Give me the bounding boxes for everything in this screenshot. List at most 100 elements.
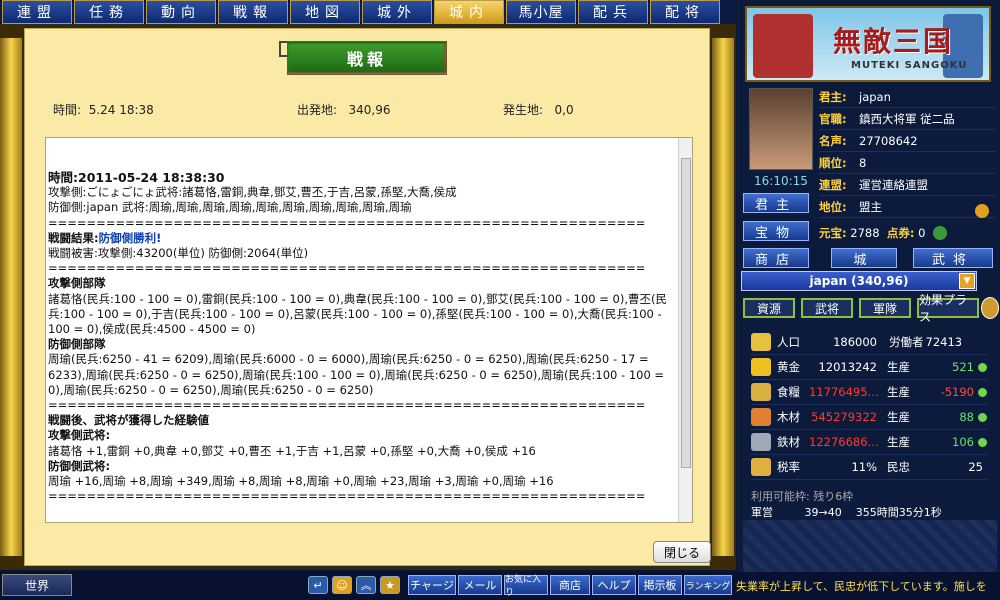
tab-effects[interactable]: 効果プラス bbox=[917, 293, 979, 324]
shop-button[interactable]: 商店 bbox=[743, 248, 809, 268]
world-chat-button[interactable]: 世界 bbox=[2, 574, 72, 596]
resource-icon bbox=[751, 333, 771, 351]
report-line: 時間:2011-05-24 18:38:30 bbox=[48, 170, 225, 185]
report-line: 戦闘後、武将が獲得した経験値 bbox=[48, 413, 209, 428]
settings-icon[interactable] bbox=[981, 297, 999, 319]
bottom-button-3[interactable]: 商店 bbox=[550, 575, 590, 595]
bottom-button-0[interactable]: チャージ bbox=[408, 575, 456, 595]
profile-row: 君主: japan bbox=[819, 86, 995, 108]
report-line: ========================================… bbox=[48, 489, 646, 504]
bottom-button-1[interactable]: メール bbox=[458, 575, 502, 595]
bottom-bar: 世界 ↵ ☺ ︽ ★ チャージ メール お気に入り 商店 ヘルプ 掲示板 ランキング 失業率… bbox=[0, 572, 1000, 600]
city-button[interactable]: 城 bbox=[831, 248, 897, 268]
nav-tab-2[interactable]: 動向 bbox=[146, 0, 216, 24]
chevron-down-icon[interactable]: ▼ bbox=[959, 273, 975, 289]
game-screen: 連盟 任務 動向 戦報 地図 城外 城内 馬小屋 配兵 配将 戦報 時間: 5.24 18:38 … bbox=[0, 0, 1000, 600]
resource-row: 黄金 12013242 生産 521 bbox=[751, 355, 987, 380]
yuanbao-label: 元宝: bbox=[819, 226, 847, 240]
bottom-button-4[interactable]: ヘルプ bbox=[592, 575, 636, 595]
report-content-box[interactable]: 時間:2011-05-24 18:38:30 攻撃側:ごにょごにょ武将:諸葛恪,雷… bbox=[45, 137, 693, 523]
report-origin: 出発地: 340,96 bbox=[297, 103, 391, 117]
profile-row: 連盟: 運営連絡連盟 bbox=[819, 174, 995, 196]
report-line: 戦闘被害:攻撃側:43200(単位) 防御側:2064(単位) bbox=[48, 246, 309, 261]
main-frame: 戦報 時間: 5.24 18:38 出発地: 340,96 発生地: 0,0 時… bbox=[0, 24, 736, 570]
report-time: 時間: 5.24 18:38 bbox=[53, 103, 154, 117]
decorative-pattern bbox=[743, 520, 997, 576]
bottom-button-6[interactable]: ランキング bbox=[684, 575, 732, 595]
report-line: 周瑜(民兵:6250 - 41 = 6209),周瑜(民兵:6000 - 0 =… bbox=[48, 352, 668, 397]
profile-row: 名声: 27708642 bbox=[819, 130, 995, 152]
battle-result: 防御側勝利! bbox=[98, 230, 162, 245]
logo-title: 無敵三国 bbox=[833, 25, 954, 58]
report-line: 諸葛恪(民兵:100 - 100 = 0),雷銅(民兵:100 - 100 = … bbox=[48, 291, 667, 337]
collapse-icon[interactable]: ︽ bbox=[356, 576, 376, 594]
star-icon[interactable]: ★ bbox=[380, 576, 400, 594]
plus-icon[interactable] bbox=[978, 437, 987, 447]
rank-icon[interactable] bbox=[975, 204, 989, 218]
avatar[interactable] bbox=[749, 88, 813, 170]
scrollbar-thumb[interactable] bbox=[681, 158, 691, 468]
resource-row: 食糧 11776495... 生産 -5190 bbox=[751, 380, 987, 405]
add-currency-icon[interactable] bbox=[933, 226, 948, 240]
report-line: 防御側:japan 武将:周瑜,周瑜,周瑜,周瑜,周瑜,周瑜,周瑜,周瑜,周瑜,… bbox=[48, 200, 412, 215]
plus-icon[interactable] bbox=[978, 412, 987, 422]
bottom-button-2[interactable]: お気に入り bbox=[504, 575, 548, 598]
report-line: ========================================… bbox=[48, 261, 646, 276]
resource-icon bbox=[751, 408, 771, 426]
left-scroll-decoration bbox=[0, 24, 24, 570]
battle-report-panel: 戦報 時間: 5.24 18:38 出発地: 340,96 発生地: 0,0 時… bbox=[24, 28, 711, 566]
report-text: 時間:2011-05-24 18:38:30 攻撃側:ごにょごにょ武将:諸葛恪,雷… bbox=[48, 170, 676, 504]
ticket-label: 点券: bbox=[886, 226, 915, 240]
build-queue-info: 利用可能枠: 残り6枠 軍営 39→40 355時間35分1秒 bbox=[751, 488, 991, 520]
profile-row: 順位: 8 bbox=[819, 152, 995, 174]
plus-icon[interactable] bbox=[978, 387, 987, 397]
nav-tab-8[interactable]: 配兵 bbox=[578, 0, 648, 24]
nav-tab-5[interactable]: 城外 bbox=[362, 0, 432, 24]
return-icon[interactable]: ↵ bbox=[308, 576, 328, 594]
queue-slots: 利用可能枠: 残り6枠 bbox=[751, 490, 854, 503]
profile-row: 地位: 盟主 bbox=[819, 196, 995, 218]
nav-tab-6[interactable]: 城内 bbox=[434, 0, 504, 24]
close-button[interactable]: 閉じる bbox=[653, 541, 711, 563]
queue-item: 軍営 39→40 355時間35分1秒 bbox=[751, 506, 942, 519]
lord-button[interactable]: 君主 bbox=[743, 193, 809, 213]
nav-tab-4[interactable]: 地図 bbox=[290, 0, 360, 24]
report-line: 周瑜 +16,周瑜 +8,周瑜 +349,周瑜 +8,周瑜 +8,周瑜 +0,周… bbox=[48, 474, 554, 489]
resource-row: 税率 11% 民忠 25 bbox=[751, 455, 987, 480]
nav-tab-1[interactable]: 任務 bbox=[74, 0, 144, 24]
plus-icon[interactable] bbox=[978, 362, 987, 372]
report-line: ========================================… bbox=[48, 215, 646, 230]
resource-icon bbox=[751, 433, 771, 451]
right-scroll-decoration bbox=[710, 24, 736, 570]
nav-tab-0[interactable]: 連盟 bbox=[2, 0, 72, 24]
report-line: 諸葛恪 +1,雷銅 +0,典韋 +0,鄧艾 +0,曹丕 +1,于吉 +1,呂蒙 … bbox=[48, 443, 536, 458]
currency-row: 元宝: 2788 点券: 0 bbox=[819, 224, 995, 242]
nav-tab-9[interactable]: 配将 bbox=[650, 0, 720, 24]
report-line: 攻撃側:ごにょごにょ武将:諸葛恪,雷銅,典韋,鄧艾,曹丕,于吉,呂蒙,孫堅,大喬… bbox=[48, 185, 457, 200]
profile-row: 官職: 鎮西大将軍 従二品 bbox=[819, 108, 995, 130]
report-scrollbar[interactable] bbox=[678, 138, 692, 522]
report-line: 防御側武将: bbox=[48, 458, 111, 473]
location-selector[interactable]: japan (340,96) bbox=[741, 271, 977, 291]
yuanbao-value: 2788 bbox=[850, 226, 880, 240]
tab-troops[interactable]: 軍隊 bbox=[859, 298, 911, 318]
logo-warrior-left bbox=[753, 14, 813, 78]
bottom-button-5[interactable]: 掲示板 bbox=[638, 575, 682, 595]
tab-generals[interactable]: 武将 bbox=[801, 298, 853, 318]
treasure-button[interactable]: 宝物 bbox=[743, 221, 809, 241]
resource-row: 人口 186000 労働者 72413 bbox=[751, 330, 987, 355]
nav-tab-3[interactable]: 戦報 bbox=[218, 0, 288, 24]
status-sidebar: 無敵三国 MUTEKI SANGOKU 16:10:15 君主: japan 官職:… bbox=[737, 0, 1000, 600]
nav-tab-7[interactable]: 馬小屋 bbox=[506, 0, 576, 24]
report-line: 防御側部隊 bbox=[48, 337, 106, 352]
ticket-value: 0 bbox=[918, 226, 926, 240]
emoticon-icon[interactable]: ☺ bbox=[332, 576, 352, 594]
general-button[interactable]: 武将 bbox=[913, 248, 993, 268]
tab-resources[interactable]: 資源 bbox=[743, 298, 795, 318]
top-navigation: 連盟 任務 動向 戦報 地図 城外 城内 馬小屋 配兵 配将 bbox=[0, 0, 736, 24]
report-line: 戦闘結果:防御側勝利! bbox=[48, 230, 162, 245]
clock: 16:10:15 bbox=[754, 174, 808, 188]
resource-icon bbox=[751, 358, 771, 376]
logo-subtitle: MUTEKI SANGOKU bbox=[851, 60, 968, 71]
report-destination: 発生地: 0,0 bbox=[503, 103, 574, 117]
